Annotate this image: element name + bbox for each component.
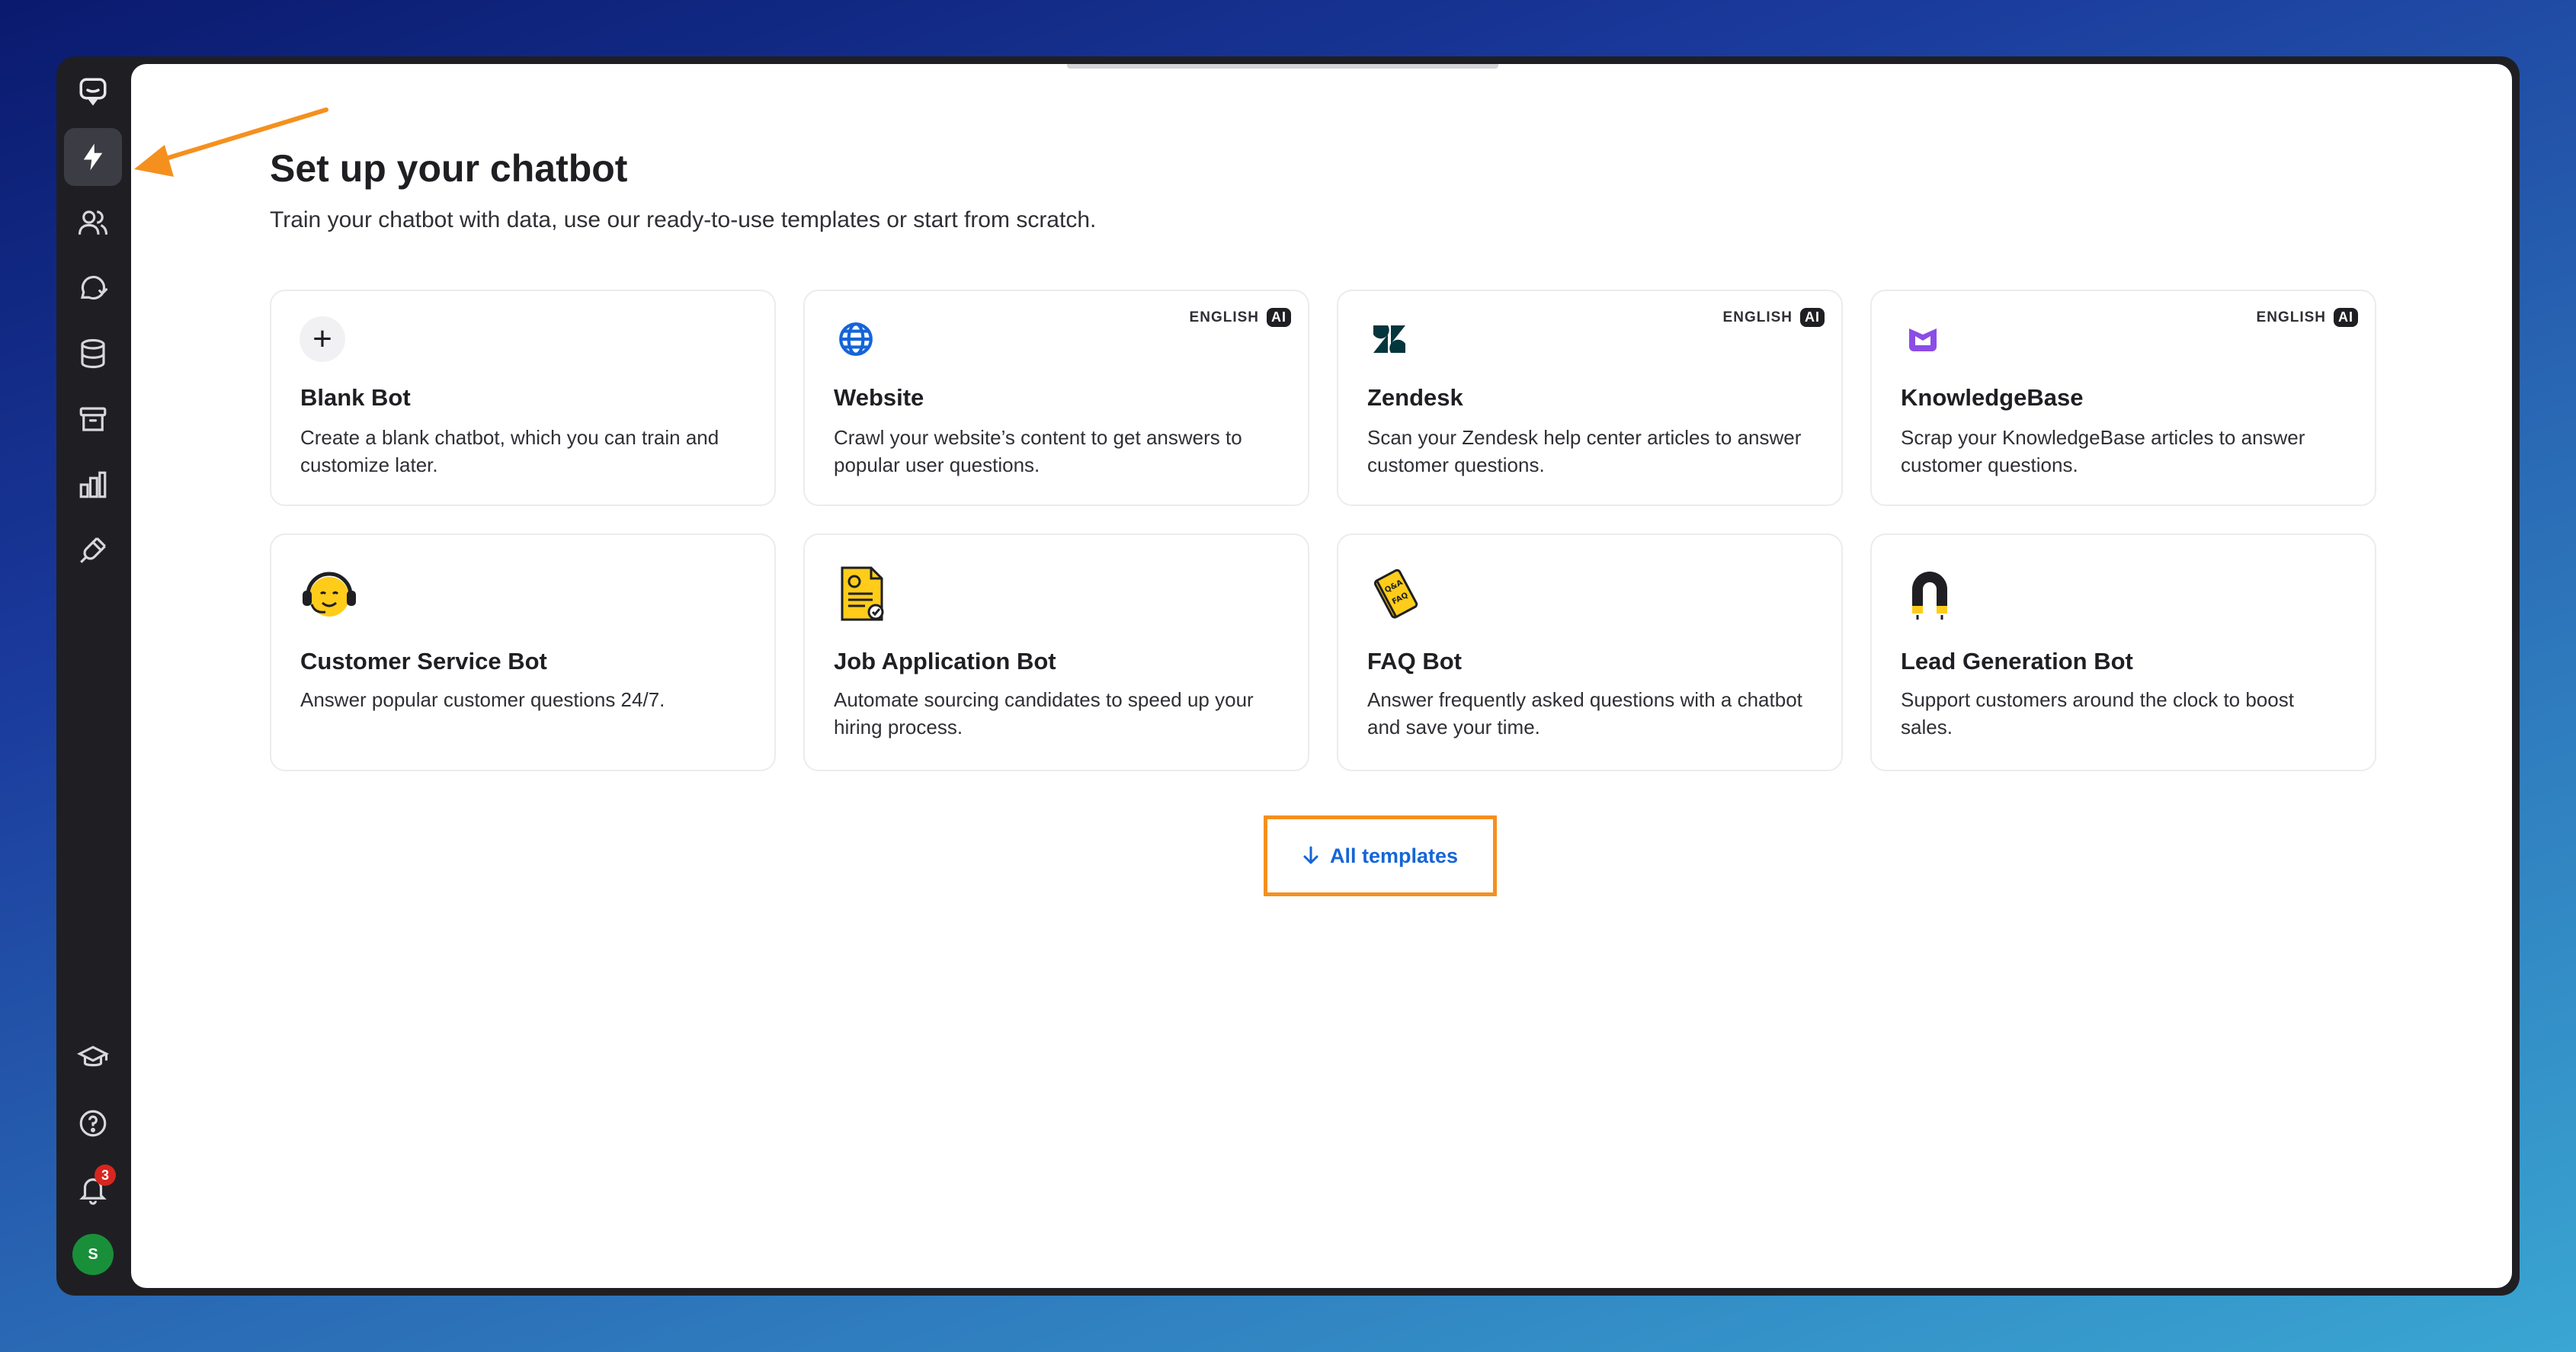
card-description: Scrap your KnowledgeBase articles to ans…	[1901, 426, 2305, 476]
card-title: FAQ Bot	[1367, 648, 1462, 674]
resume-document-icon	[832, 564, 893, 625]
ai-badge: AI	[1267, 308, 1291, 327]
card-description: Scan your Zendesk help center articles t…	[1367, 426, 1802, 476]
card-title: Lead Generation Bot	[1901, 648, 2133, 674]
card-lead-generation-bot[interactable]: Lead Generation Bot Support customers ar…	[1870, 533, 2376, 771]
language-tag: ENGLISH AI	[1190, 308, 1291, 327]
lightning-icon[interactable]	[64, 128, 122, 186]
chat-question-icon[interactable]	[64, 259, 122, 317]
card-title: Website	[834, 384, 924, 411]
card-title: Zendesk	[1367, 384, 1463, 411]
card-description: Crawl your website’s content to get answ…	[834, 426, 1242, 476]
annotation-arrow-icon	[134, 107, 328, 177]
bell-icon[interactable]: 3	[64, 1160, 122, 1218]
card-title: Customer Service Bot	[300, 648, 547, 674]
card-description: Create a blank chatbot, which you can tr…	[300, 426, 719, 476]
top-drag-handle	[1067, 64, 1498, 69]
template-grid: + Blank Bot Create a blank chatbot, whic…	[270, 290, 2376, 771]
card-zendesk[interactable]: ENGLISH AI Zendesk Scan your Zendesk hel…	[1337, 290, 1843, 506]
faq-book-icon: Q&A FAQ	[1366, 564, 1427, 625]
sidebar-bottom: 3 S	[56, 1021, 130, 1283]
knowledgebase-icon	[1899, 316, 1946, 363]
plus-icon: +	[299, 316, 346, 363]
card-title: Blank Bot	[300, 384, 411, 411]
archive-icon[interactable]	[64, 390, 122, 448]
card-customer-service-bot[interactable]: Customer Service Bot Answer popular cust…	[270, 533, 776, 771]
notification-badge: 3	[95, 1165, 116, 1186]
ai-badge: AI	[1800, 308, 1825, 327]
sidebar: 3 S	[56, 56, 130, 1296]
zendesk-icon	[1366, 316, 1413, 363]
card-blank-bot[interactable]: + Blank Bot Create a blank chatbot, whic…	[270, 290, 776, 506]
card-description: Support customers around the clock to bo…	[1901, 688, 2294, 738]
headset-emoji-icon	[299, 564, 360, 625]
card-description: Answer frequently asked questions with a…	[1367, 688, 1802, 738]
app-window: 3 S Set up your chatbot Train your chatb…	[56, 56, 2520, 1296]
card-website[interactable]: ENGLISH AI Website Crawl your website’s …	[803, 290, 1309, 506]
user-avatar-button[interactable]: S	[64, 1225, 122, 1283]
card-faq-bot[interactable]: Q&A FAQ FAQ Bot Answer frequently asked q…	[1337, 533, 1843, 771]
plug-icon[interactable]	[64, 521, 122, 579]
language-label: ENGLISH	[2256, 309, 2326, 325]
language-tag: ENGLISH AI	[1723, 308, 1825, 327]
magnet-icon	[1899, 564, 1960, 625]
users-icon[interactable]	[64, 194, 122, 251]
language-label: ENGLISH	[1189, 309, 1259, 325]
arrow-down-icon	[1303, 846, 1318, 864]
main-content: Set up your chatbot Train your chatbot w…	[131, 64, 2512, 1288]
card-description: Automate sourcing candidates to speed up…	[834, 688, 1254, 738]
all-templates-button[interactable]: All templates	[1264, 815, 1497, 896]
ai-badge: AI	[2334, 308, 2358, 327]
page-subtitle: Train your chatbot with data, use our re…	[270, 207, 1097, 232]
graduation-cap-icon[interactable]	[64, 1029, 122, 1087]
avatar: S	[72, 1234, 114, 1275]
language-label: ENGLISH	[1722, 309, 1793, 325]
bar-chart-icon[interactable]	[64, 456, 122, 514]
all-templates-label: All templates	[1329, 844, 1459, 867]
card-knowledgebase[interactable]: ENGLISH AI KnowledgeBase Scrap your Know…	[1870, 290, 2376, 506]
language-tag: ENGLISH AI	[2257, 308, 2358, 327]
globe-icon	[832, 316, 879, 363]
card-job-application-bot[interactable]: Job Application Bot Automate sourcing ca…	[803, 533, 1309, 771]
database-icon[interactable]	[64, 325, 122, 383]
chat-logo-icon[interactable]	[64, 62, 122, 120]
card-title: KnowledgeBase	[1901, 384, 2084, 411]
help-circle-icon[interactable]	[64, 1094, 122, 1152]
card-title: Job Application Bot	[834, 648, 1056, 674]
card-description: Answer popular customer questions 24/7.	[300, 688, 665, 711]
